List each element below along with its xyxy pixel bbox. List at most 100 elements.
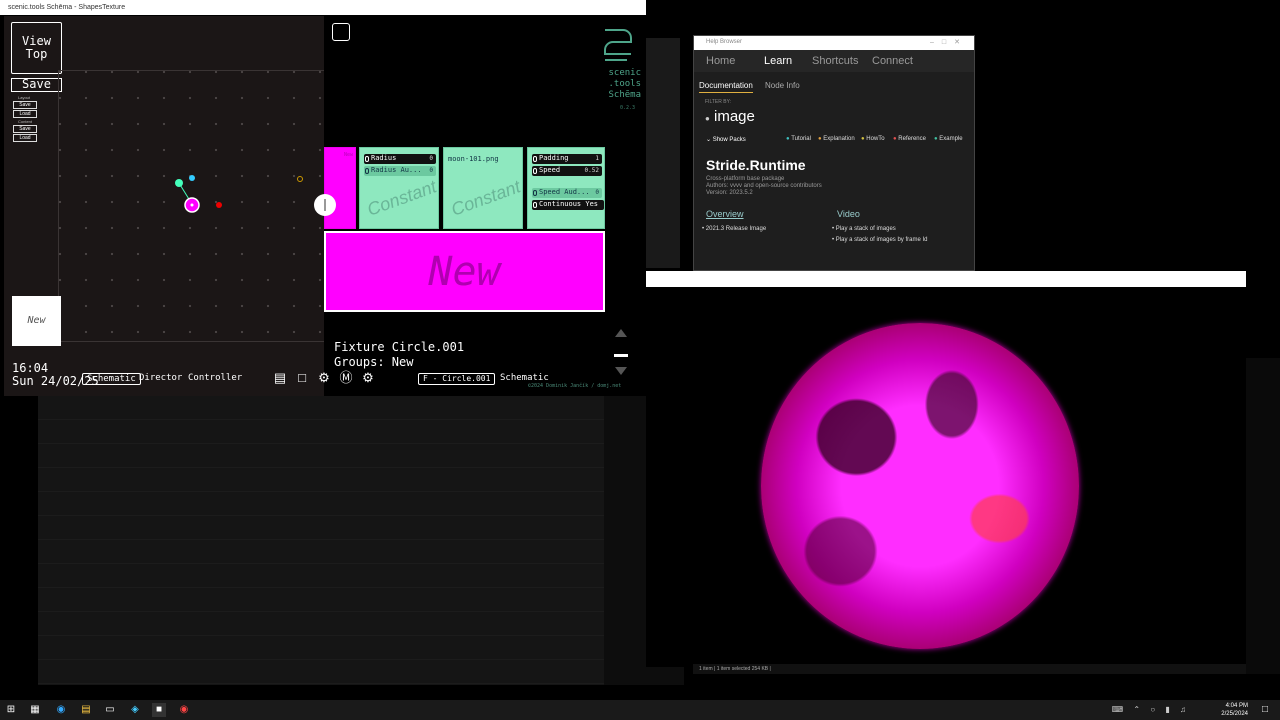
fixture-node-red <box>216 202 222 208</box>
task-view-icon[interactable]: ▦ <box>28 703 42 717</box>
image-file-label: moon-101.png <box>448 155 499 163</box>
scenic-logo-text: scenic .tools Schēma <box>608 68 641 100</box>
fixture-nodes[interactable] <box>170 168 310 218</box>
tab-director[interactable]: Director <box>135 373 186 385</box>
help-nav: Home Learn Shortcuts Connect <box>694 50 974 72</box>
help-browser-window: Help Browser –□✕ Home Learn Shortcuts Co… <box>693 35 975 271</box>
video-link-2[interactable]: • Play a stack of images by frame Id <box>832 237 928 243</box>
side-panel <box>646 38 680 268</box>
content-label: Content <box>18 119 33 124</box>
filter-term[interactable]: ● image <box>705 108 755 125</box>
video-link-1[interactable]: • Play a stack of images <box>832 226 896 232</box>
settings-icon[interactable]: ⚙ <box>360 370 376 386</box>
param-speed[interactable]: Speed 0.52 <box>532 166 602 176</box>
terminal-icon[interactable]: ▭ <box>103 703 117 717</box>
fixture-groups: Groups: New <box>334 355 414 369</box>
node-card-padding[interactable]: Padding 1 Speed 0.52 Speed Aud... 0 Continu… <box>527 147 605 229</box>
view-top-button[interactable]: View Top <box>11 22 62 74</box>
comment-icon[interactable]: □ <box>294 370 310 386</box>
param-continuous[interactable]: Continuous Yes <box>532 200 604 210</box>
show-packs-toggle[interactable]: ⌄ Show Packs <box>706 136 746 143</box>
tag-explanation[interactable]: ● Explanation <box>818 136 855 142</box>
save-button[interactable]: Save <box>11 78 62 92</box>
tab-node-info[interactable]: Node Info <box>765 81 800 90</box>
param-speed-audio[interactable]: Speed Aud... 0 <box>532 188 602 198</box>
node-card-radius[interactable]: Radius 0 Radius Au... 0 Constant <box>359 147 439 229</box>
tab-controller[interactable]: Controller <box>184 373 246 385</box>
fixture-node-cyan <box>189 175 195 181</box>
scenic-window: scenic.tools Schēma - ShapesTexture View… <box>0 0 646 396</box>
param-radius[interactable]: Radius 0 <box>364 154 436 164</box>
vvvv-icon[interactable]: ◈ <box>128 703 142 717</box>
taskbar-clock[interactable]: 4:04 PM 2/25/2024 <box>1221 702 1248 718</box>
taskbar-time: 4:04 PM <box>1225 703 1248 709</box>
node-card-magenta-label: New <box>343 152 353 158</box>
system-tray-icons[interactable]: ⌨ ⌃ ○ ▮ ♫ <box>1112 705 1190 714</box>
scroll-handle[interactable] <box>314 194 336 216</box>
node-card-magenta[interactable]: New <box>324 147 356 229</box>
help-nav-shortcuts[interactable]: Shortcuts <box>812 55 858 67</box>
recorder-icon[interactable]: ◉ <box>177 703 191 717</box>
package-title: Stride.Runtime <box>706 157 806 173</box>
background-editor <box>38 395 604 685</box>
help-nav-connect[interactable]: Connect <box>872 55 913 67</box>
layout-load-button[interactable]: Load <box>13 110 37 118</box>
group-new-label: New <box>428 249 501 295</box>
render-titlebar[interactable] <box>646 271 1246 287</box>
content-load-button[interactable]: Load <box>13 134 37 142</box>
show-packs-label: Show Packs <box>712 137 746 143</box>
filter-dot-icon: ● <box>705 114 710 123</box>
new-group-tile[interactable]: New <box>12 296 61 346</box>
fixture-node-green <box>175 179 183 187</box>
tag-tutorial[interactable]: ● Tutorial <box>786 136 811 142</box>
group-new-panel[interactable]: New <box>324 231 605 312</box>
node-card-image[interactable]: moon-101.png Constant <box>443 147 523 229</box>
edge-icon[interactable]: ◉ <box>54 703 68 717</box>
tag-howto[interactable]: ● HowTo <box>861 136 885 142</box>
overview-heading[interactable]: Overview <box>706 209 744 219</box>
tab-schematic[interactable]: Schematic <box>82 373 141 385</box>
notification-icon[interactable]: □ <box>1258 703 1272 717</box>
scroll-up-icon <box>615 329 627 337</box>
status-bar: 1 item | 1 item selected 254 KB | <box>693 664 1246 674</box>
package-desc: Cross-platform base package <box>706 176 785 182</box>
layout-label: Layout <box>18 95 31 100</box>
package-authors: Authors: vvvv and open-source contributo… <box>706 183 822 189</box>
app-icon[interactable]: ■ <box>152 703 166 717</box>
help-nav-learn[interactable]: Learn <box>764 55 792 67</box>
fixture-node-orange <box>297 176 303 182</box>
tab-documentation[interactable]: Documentation <box>699 81 753 93</box>
overview-link[interactable]: • 2021.3 Release Image <box>702 226 766 232</box>
dollar-icon[interactable]: Ⓜ <box>338 370 354 386</box>
content-save-button[interactable]: Save <box>13 125 37 133</box>
scroll-arrows[interactable] <box>613 327 629 377</box>
taskbar-date: 2/25/2024 <box>1221 711 1248 717</box>
explorer-icon[interactable]: ▤ <box>79 703 93 717</box>
scenic-logo-icon <box>604 29 632 61</box>
package-version: Version: 2023.5.2 <box>706 190 753 196</box>
start-icon[interactable]: ⊞ <box>4 703 18 717</box>
constant-label: Constant <box>364 176 440 220</box>
clock-time: 16:04 <box>12 361 49 375</box>
tag-example[interactable]: ● Example <box>934 136 963 142</box>
gear-icon[interactable]: ⚙ <box>316 370 332 386</box>
scroll-down-icon <box>615 367 627 375</box>
book-icon[interactable]: ▤ <box>272 370 288 386</box>
scroll-position-icon <box>614 354 628 357</box>
layout-save-button[interactable]: Save <box>13 101 37 109</box>
filter-by-label: FILTER BY: <box>705 99 732 105</box>
fixture-chip[interactable]: F - Circle.001 <box>418 373 496 385</box>
help-nav-home[interactable]: Home <box>706 55 735 67</box>
fixture-name: Fixture Circle.001 <box>334 340 465 354</box>
tag-reference[interactable]: ● Reference <box>893 136 926 142</box>
param-radius-audio[interactable]: Radius Au... 0 <box>364 166 436 176</box>
fullscreen-toggle-button[interactable] <box>332 23 350 41</box>
video-heading[interactable]: Video <box>837 209 860 219</box>
scenic-titlebar[interactable]: scenic.tools Schēma - ShapesTexture <box>0 0 646 15</box>
filter-term-text: image <box>714 108 755 125</box>
version-label: 0.2.3 <box>620 105 636 111</box>
background-strip <box>1246 358 1280 674</box>
render-window <box>646 271 1246 667</box>
param-padding[interactable]: Padding 1 <box>532 154 602 164</box>
window-controls[interactable]: –□✕ <box>930 38 968 46</box>
